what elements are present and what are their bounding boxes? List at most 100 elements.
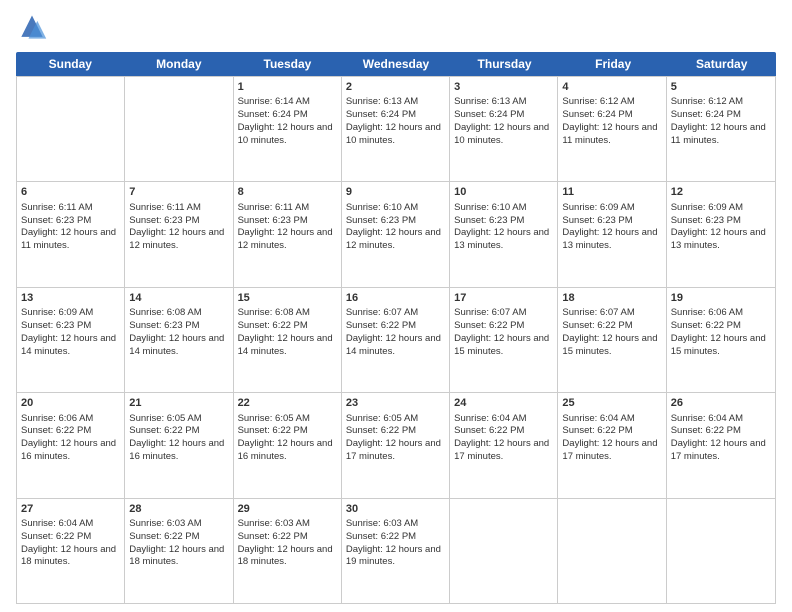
day-header-saturday: Saturday	[667, 52, 776, 76]
day-info: Sunrise: 6:04 AM Sunset: 6:22 PM Dayligh…	[671, 413, 771, 464]
table-row: 7 Sunrise: 6:11 AM Sunset: 6:23 PM Daylig…	[125, 182, 233, 286]
day-number: 26	[671, 396, 771, 410]
day-info: Sunrise: 6:06 AM Sunset: 6:22 PM Dayligh…	[21, 413, 120, 464]
day-info: Sunrise: 6:05 AM Sunset: 6:22 PM Dayligh…	[238, 413, 337, 464]
day-info: Sunrise: 6:07 AM Sunset: 6:22 PM Dayligh…	[346, 307, 445, 358]
table-row: 30 Sunrise: 6:03 AM Sunset: 6:22 PM Dayli…	[342, 499, 450, 603]
table-row: 20 Sunrise: 6:06 AM Sunset: 6:22 PM Dayli…	[17, 393, 125, 497]
day-number: 6	[21, 185, 120, 199]
logo-icon	[16, 12, 48, 44]
day-info: Sunrise: 6:04 AM Sunset: 6:22 PM Dayligh…	[21, 518, 120, 569]
page: SundayMondayTuesdayWednesdayThursdayFrid…	[0, 0, 792, 612]
table-row: 15 Sunrise: 6:08 AM Sunset: 6:22 PM Dayli…	[234, 288, 342, 392]
day-number: 1	[238, 80, 337, 94]
calendar-row-2: 13Sunrise: 6:09 AM Sunset: 6:23 PM Dayli…	[17, 287, 775, 392]
table-row: 24 Sunrise: 6:04 AM Sunset: 6:22 PM Dayli…	[450, 393, 558, 497]
calendar-body: 1 Sunrise: 6:14 AM Sunset: 6:24 PM Daylig…	[16, 76, 776, 604]
day-number: 12	[671, 185, 771, 199]
day-info: Sunrise: 6:03 AM Sunset: 6:22 PM Dayligh…	[346, 518, 445, 569]
table-row: 29Sunrise: 6:03 AM Sunset: 6:22 PM Dayli…	[234, 499, 342, 603]
day-number: 16	[346, 291, 445, 305]
day-info: Sunrise: 6:11 AM Sunset: 6:23 PM Dayligh…	[238, 202, 337, 253]
day-number: 28	[129, 502, 228, 516]
day-header-wednesday: Wednesday	[342, 52, 451, 76]
table-row: 9 Sunrise: 6:10 AM Sunset: 6:23 PM Daylig…	[342, 182, 450, 286]
day-info: Sunrise: 6:05 AM Sunset: 6:22 PM Dayligh…	[346, 413, 445, 464]
table-row	[450, 499, 558, 603]
table-row: 16 Sunrise: 6:07 AM Sunset: 6:22 PM Dayli…	[342, 288, 450, 392]
day-info: Sunrise: 6:08 AM Sunset: 6:22 PM Dayligh…	[238, 307, 337, 358]
calendar-row-1: 6 Sunrise: 6:11 AM Sunset: 6:23 PM Daylig…	[17, 181, 775, 286]
day-number: 2	[346, 80, 445, 94]
calendar-row-4: 27 Sunrise: 6:04 AM Sunset: 6:22 PM Dayli…	[17, 498, 775, 603]
calendar-row-3: 20 Sunrise: 6:06 AM Sunset: 6:22 PM Dayli…	[17, 392, 775, 497]
table-row: 17 Sunrise: 6:07 AM Sunset: 6:22 PM Dayli…	[450, 288, 558, 392]
table-row: 19Sunrise: 6:06 AM Sunset: 6:22 PM Dayli…	[667, 288, 775, 392]
day-info: Sunrise: 6:07 AM Sunset: 6:22 PM Dayligh…	[562, 307, 661, 358]
day-info: Sunrise: 6:11 AM Sunset: 6:23 PM Dayligh…	[21, 202, 120, 253]
table-row	[667, 499, 775, 603]
day-number: 27	[21, 502, 120, 516]
table-row: 27 Sunrise: 6:04 AM Sunset: 6:22 PM Dayli…	[17, 499, 125, 603]
day-number: 21	[129, 396, 228, 410]
day-info: Sunrise: 6:03 AM Sunset: 6:22 PM Dayligh…	[129, 518, 228, 569]
table-row: 13Sunrise: 6:09 AM Sunset: 6:23 PM Dayli…	[17, 288, 125, 392]
day-number: 22	[238, 396, 337, 410]
table-row: 4Sunrise: 6:12 AM Sunset: 6:24 PM Daylig…	[558, 77, 666, 181]
table-row: 1 Sunrise: 6:14 AM Sunset: 6:24 PM Daylig…	[234, 77, 342, 181]
table-row: 23 Sunrise: 6:05 AM Sunset: 6:22 PM Dayli…	[342, 393, 450, 497]
day-number: 20	[21, 396, 120, 410]
day-number: 25	[562, 396, 661, 410]
day-number: 18	[562, 291, 661, 305]
calendar-header-row: SundayMondayTuesdayWednesdayThursdayFrid…	[16, 52, 776, 76]
day-info: Sunrise: 6:10 AM Sunset: 6:23 PM Dayligh…	[346, 202, 445, 253]
table-row: 25 Sunrise: 6:04 AM Sunset: 6:22 PM Dayli…	[558, 393, 666, 497]
day-number: 9	[346, 185, 445, 199]
day-info: Sunrise: 6:14 AM Sunset: 6:24 PM Dayligh…	[238, 96, 337, 147]
table-row	[558, 499, 666, 603]
logo	[16, 12, 52, 44]
table-row: 10 Sunrise: 6:10 AM Sunset: 6:23 PM Dayli…	[450, 182, 558, 286]
table-row: 11Sunrise: 6:09 AM Sunset: 6:23 PM Dayli…	[558, 182, 666, 286]
day-number: 17	[454, 291, 553, 305]
day-info: Sunrise: 6:12 AM Sunset: 6:24 PM Dayligh…	[671, 96, 771, 147]
calendar-row-0: 1 Sunrise: 6:14 AM Sunset: 6:24 PM Daylig…	[17, 76, 775, 181]
day-number: 10	[454, 185, 553, 199]
table-row: 6 Sunrise: 6:11 AM Sunset: 6:23 PM Daylig…	[17, 182, 125, 286]
day-info: Sunrise: 6:11 AM Sunset: 6:23 PM Dayligh…	[129, 202, 228, 253]
day-info: Sunrise: 6:10 AM Sunset: 6:23 PM Dayligh…	[454, 202, 553, 253]
day-header-sunday: Sunday	[16, 52, 125, 76]
day-info: Sunrise: 6:04 AM Sunset: 6:22 PM Dayligh…	[454, 413, 553, 464]
day-info: Sunrise: 6:12 AM Sunset: 6:24 PM Dayligh…	[562, 96, 661, 147]
day-info: Sunrise: 6:03 AM Sunset: 6:22 PM Dayligh…	[238, 518, 337, 569]
day-header-tuesday: Tuesday	[233, 52, 342, 76]
day-info: Sunrise: 6:13 AM Sunset: 6:24 PM Dayligh…	[346, 96, 445, 147]
day-info: Sunrise: 6:05 AM Sunset: 6:22 PM Dayligh…	[129, 413, 228, 464]
table-row: 18 Sunrise: 6:07 AM Sunset: 6:22 PM Dayli…	[558, 288, 666, 392]
day-number: 11	[562, 185, 661, 199]
day-info: Sunrise: 6:04 AM Sunset: 6:22 PM Dayligh…	[562, 413, 661, 464]
day-info: Sunrise: 6:07 AM Sunset: 6:22 PM Dayligh…	[454, 307, 553, 358]
table-row: 21 Sunrise: 6:05 AM Sunset: 6:22 PM Dayli…	[125, 393, 233, 497]
day-number: 23	[346, 396, 445, 410]
header	[16, 12, 776, 44]
day-number: 15	[238, 291, 337, 305]
table-row: 26 Sunrise: 6:04 AM Sunset: 6:22 PM Dayli…	[667, 393, 775, 497]
table-row: 22 Sunrise: 6:05 AM Sunset: 6:22 PM Dayli…	[234, 393, 342, 497]
table-row: 28 Sunrise: 6:03 AM Sunset: 6:22 PM Dayli…	[125, 499, 233, 603]
calendar: SundayMondayTuesdayWednesdayThursdayFrid…	[16, 52, 776, 604]
day-header-friday: Friday	[559, 52, 668, 76]
day-number: 3	[454, 80, 553, 94]
day-info: Sunrise: 6:09 AM Sunset: 6:23 PM Dayligh…	[671, 202, 771, 253]
table-row: 5Sunrise: 6:12 AM Sunset: 6:24 PM Daylig…	[667, 77, 775, 181]
day-number: 7	[129, 185, 228, 199]
day-number: 30	[346, 502, 445, 516]
table-row	[17, 77, 125, 181]
table-row	[125, 77, 233, 181]
day-header-thursday: Thursday	[450, 52, 559, 76]
day-number: 24	[454, 396, 553, 410]
day-number: 8	[238, 185, 337, 199]
table-row: 14Sunrise: 6:08 AM Sunset: 6:23 PM Dayli…	[125, 288, 233, 392]
day-number: 19	[671, 291, 771, 305]
day-info: Sunrise: 6:08 AM Sunset: 6:23 PM Dayligh…	[129, 307, 228, 358]
